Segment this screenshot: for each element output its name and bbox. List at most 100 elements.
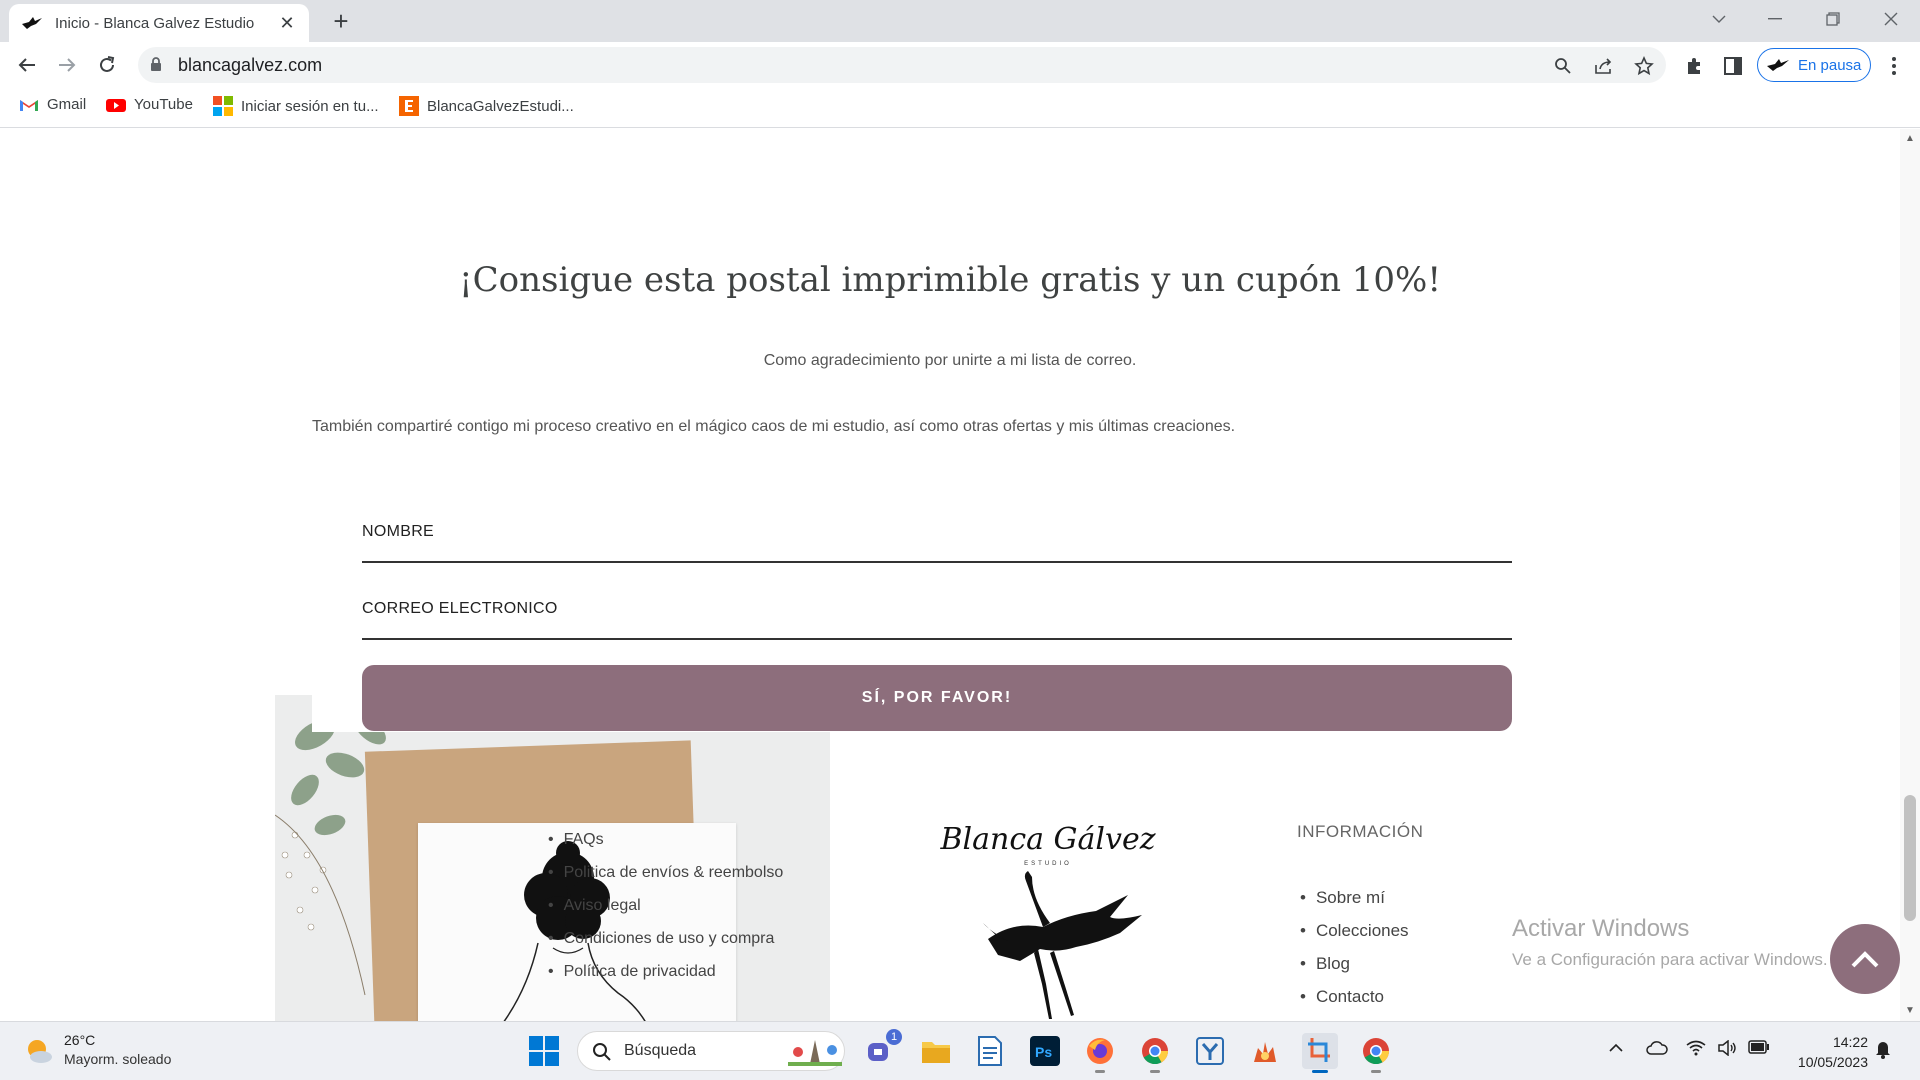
link-collections[interactable]: Colecciones [1300, 914, 1409, 947]
new-tab-button[interactable]: + [326, 6, 356, 36]
crane-logo-icon: Blanca Gálvez ESTUDIO [939, 822, 1156, 1019]
youtube-icon [106, 98, 126, 112]
weather-temperature[interactable]: 26°C [64, 1032, 95, 1048]
link-faqs[interactable]: FAQs [548, 823, 783, 856]
arrow-right-icon [59, 58, 76, 72]
close-window-button[interactable] [1866, 0, 1916, 38]
taskbar-search-placeholder: Búsqueda [624, 1042, 697, 1059]
activation-title: Activar Windows [1512, 915, 1690, 942]
minimize-button[interactable] [1750, 0, 1800, 38]
chevron-up-icon [1851, 951, 1879, 968]
photoshop-icon[interactable]: Ps [1027, 1033, 1063, 1069]
link-shipping-refund[interactable]: Politica de envíos & reembolso [548, 856, 784, 889]
web-page: ¡Consigue esta postal imprimible gratis … [0, 129, 1900, 1021]
tab-bar: Inicio - Blanca Galvez Estudio ✕ + [0, 0, 1920, 42]
logo-subtitle: ESTUDIO [1024, 861, 1072, 867]
tray-chevron-up-icon[interactable] [1608, 1040, 1624, 1056]
system-clock[interactable]: 14:22 10/05/2023 [1788, 1032, 1868, 1072]
newsletter-headline: ¡Consigue esta postal imprimible gratis … [458, 260, 1442, 300]
file-explorer-icon[interactable] [918, 1033, 954, 1069]
submit-button[interactable]: SÍ, POR FAVOR! [362, 665, 1512, 731]
link-blog[interactable]: Blog [1300, 947, 1409, 980]
legal-links: FAQs Politica de envíos & reembolso Avis… [548, 823, 784, 988]
link-legal-notice[interactable]: Aviso legal [548, 889, 783, 922]
etsy-icon [399, 96, 419, 116]
newsletter-description: También compartiré contigo mi proceso cr… [312, 418, 1236, 435]
info-links: Sobre mí Colecciones Blog Contacto [1300, 881, 1409, 1013]
game-app-icon[interactable] [1247, 1033, 1283, 1069]
logo-text: Blanca Gálvez [939, 822, 1155, 857]
bookmark-youtube[interactable]: YouTube [106, 96, 193, 113]
windows-start-icon[interactable] [529, 1036, 559, 1066]
svg-text:Ps: Ps [1035, 1044, 1052, 1060]
yammer-app-icon[interactable] [1192, 1033, 1228, 1069]
clock-time: 14:22 [1832, 1034, 1868, 1050]
search-highlight-icon [788, 1040, 842, 1066]
reload-icon [100, 56, 115, 72]
browser-toolbar: blancagalvez.com En pausa [0, 42, 1920, 88]
profile-status: En pausa [1798, 56, 1862, 74]
extensions-icon[interactable] [1682, 54, 1706, 78]
newsletter-subtitle: Como agradecimiento por unirte a mi list… [763, 352, 1137, 369]
restore-button[interactable] [1808, 0, 1858, 38]
email-field[interactable]: CORREO ELECTRONICO [362, 590, 1512, 640]
zoom-search-icon[interactable] [1552, 55, 1574, 77]
weather-sun-cloud-icon[interactable] [24, 1036, 54, 1066]
chat-badge: 1 [886, 1029, 902, 1045]
forward-button[interactable] [52, 50, 82, 80]
taskbar-search[interactable]: Búsqueda [577, 1031, 845, 1071]
gmail-icon [20, 99, 38, 111]
back-button[interactable] [12, 50, 42, 80]
screen: Inicio - Blanca Galvez Estudio ✕ + blanc… [0, 0, 1920, 1080]
link-about[interactable]: Sobre mí [1300, 881, 1409, 914]
battery-icon[interactable] [1748, 1040, 1770, 1054]
side-panel-icon[interactable] [1721, 54, 1745, 78]
scroll-down-arrow-icon[interactable]: ▼ [1904, 1005, 1916, 1017]
microsoft-icon [213, 96, 233, 116]
chrome-running-indicator [1150, 1070, 1160, 1073]
notification-bell-icon[interactable] [1874, 1039, 1892, 1059]
firefox-running-indicator [1095, 1070, 1105, 1073]
name-field[interactable]: NOMBRE [362, 513, 1512, 563]
bookmark-star-icon[interactable] [1633, 55, 1655, 77]
snipping-running-indicator [1312, 1070, 1328, 1073]
crane-favicon-icon [22, 17, 42, 29]
windows-taskbar: 26°C Mayorm. soleado Búsqueda 1 Ps 14:22… [0, 1021, 1920, 1080]
tab-search-icon[interactable] [1694, 0, 1744, 38]
onedrive-cloud-icon[interactable] [1646, 1040, 1668, 1056]
chrome-icon[interactable] [1137, 1033, 1173, 1073]
snipping-tool-icon[interactable] [1302, 1033, 1338, 1073]
url-text: blancagalvez.com [178, 55, 323, 75]
scroll-thumb[interactable] [1904, 795, 1916, 921]
link-terms[interactable]: Condiciones de uso y compra [548, 922, 783, 955]
link-privacy[interactable]: Política de privacidad [548, 955, 783, 988]
document-app-icon[interactable] [972, 1033, 1008, 1069]
clock-date: 10/05/2023 [1797, 1054, 1868, 1070]
wifi-icon[interactable] [1686, 1040, 1706, 1056]
bookmark-microsoft[interactable]: Iniciar sesión en tu... [213, 96, 379, 116]
bookmark-etsy[interactable]: BlancaGalvezEstudi... [399, 96, 574, 116]
firefox-icon[interactable] [1082, 1033, 1118, 1073]
volume-icon[interactable] [1717, 1040, 1737, 1056]
weather-description[interactable]: Mayorm. soleado [64, 1051, 171, 1067]
tab-close-icon[interactable]: ✕ [277, 13, 297, 34]
browser-tab[interactable]: Inicio - Blanca Galvez Estudio ✕ [9, 4, 309, 42]
activation-subtitle: Ve a Configuración para activar Windows. [1512, 950, 1828, 969]
scroll-to-top-button[interactable] [1830, 924, 1900, 994]
chrome-profile-running-indicator [1371, 1070, 1381, 1073]
crane-avatar-icon [1767, 59, 1789, 71]
bookmark-gmail[interactable]: Gmail [19, 96, 86, 113]
arrow-left-icon [18, 58, 35, 72]
page-scrollbar[interactable]: ▲ ▼ [1900, 129, 1920, 1021]
chrome-profile-icon[interactable] [1358, 1033, 1394, 1073]
share-icon[interactable] [1593, 55, 1615, 77]
teams-chat-icon[interactable]: 1 [862, 1029, 902, 1069]
address-bar[interactable]: blancagalvez.com [138, 47, 1666, 83]
bookmarks-bar: Gmail YouTube Iniciar sesión en tu... Bl… [0, 88, 1920, 128]
scroll-up-arrow-icon[interactable]: ▲ [1904, 133, 1916, 145]
chrome-menu-icon[interactable] [1882, 54, 1906, 78]
reload-button[interactable] [92, 50, 122, 80]
name-field-label: NOMBRE [362, 523, 435, 540]
link-contact[interactable]: Contacto [1300, 980, 1409, 1013]
profile-button[interactable]: En pausa [1757, 48, 1871, 82]
